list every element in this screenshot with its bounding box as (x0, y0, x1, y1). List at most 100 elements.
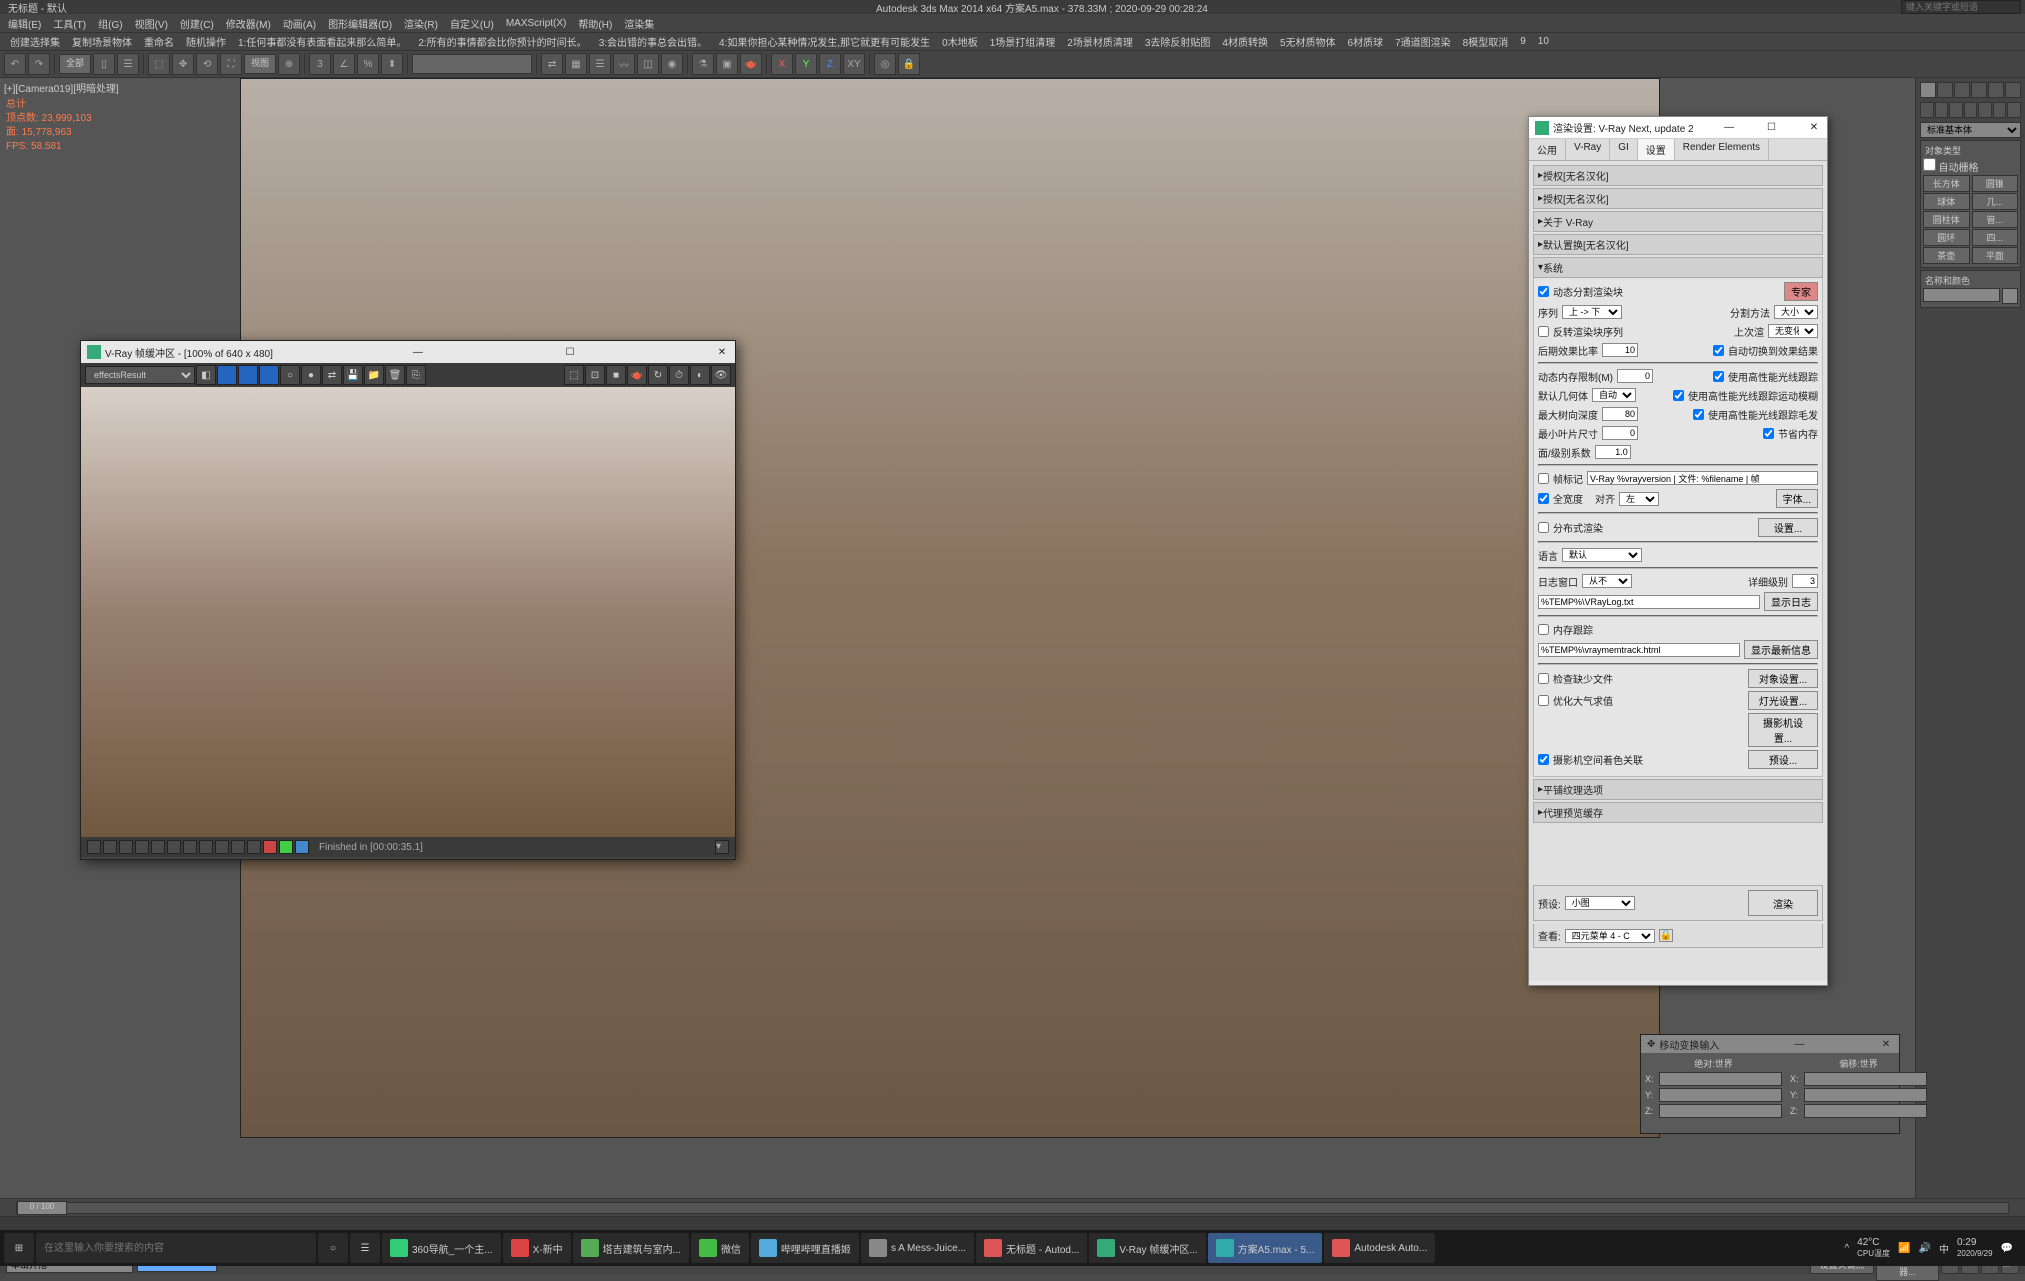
cameras-subtab-icon[interactable] (1964, 102, 1978, 118)
task-app[interactable]: s A Mess-Juice... (861, 1233, 974, 1263)
vfb-region-icon[interactable]: ⬚ (564, 365, 584, 385)
task-app[interactable]: V-Ray 帧缓冲区... (1089, 1233, 1205, 1263)
maximize-icon[interactable]: ☐ (1765, 121, 1779, 135)
vfb-st-icon[interactable] (119, 840, 133, 854)
scale-icon[interactable]: ⛶ (220, 53, 242, 75)
post-ratio-input[interactable] (1602, 343, 1638, 357)
log-path-input[interactable] (1538, 595, 1760, 609)
vfb-maximize-icon[interactable]: ☐ (563, 345, 577, 359)
time-slider-thumb[interactable]: 0 / 100 (17, 1201, 67, 1215)
vfb-switch-icon[interactable]: ⇄ (322, 365, 342, 385)
vfb-st-icon[interactable] (135, 840, 149, 854)
tray-network-icon[interactable]: 📶 (1898, 1243, 1910, 1254)
space-subtab-icon[interactable] (1993, 102, 2007, 118)
fullwidth-checkbox[interactable] (1538, 493, 1549, 504)
auto-switch-checkbox[interactable] (1713, 345, 1724, 356)
ctx-item[interactable]: 2:所有的事情都会比你预计的时间长。 (414, 34, 590, 49)
task-app[interactable]: 塔吉建筑与室内... (573, 1233, 689, 1263)
ctx-item[interactable]: 1场景打组清理 (986, 34, 1060, 49)
language-dropdown[interactable]: 默认 (1562, 548, 1642, 562)
menu-create[interactable]: 创建(C) (180, 16, 214, 31)
close-icon[interactable]: ✕ (1807, 121, 1821, 135)
task-app[interactable]: Autodesk Auto... (1324, 1233, 1435, 1263)
shapes-subtab-icon[interactable] (1935, 102, 1949, 118)
geom-subtab-icon[interactable] (1920, 102, 1934, 118)
redo-button[interactable]: ↷ (28, 53, 50, 75)
angle-snap-icon[interactable]: ∠ (333, 53, 355, 75)
create-tab-icon[interactable] (1920, 82, 1936, 98)
ctx-item[interactable]: 随机操作 (182, 34, 230, 49)
vfb-close-icon[interactable]: ✕ (715, 345, 729, 359)
geom-dropdown[interactable]: 自动 (1592, 388, 1636, 402)
tti-abs-x-input[interactable] (1659, 1072, 1782, 1086)
tti-off-x-input[interactable] (1804, 1072, 1927, 1086)
rollout-about[interactable]: ▸ 关于 V-Ray (1533, 211, 1823, 232)
minimize-icon[interactable]: — (1722, 121, 1736, 135)
material-editor-icon[interactable]: ◉ (661, 53, 683, 75)
rollout-auth1[interactable]: ▸ 授权[无名汉化] (1533, 165, 1823, 186)
vfb-st-icon[interactable] (279, 840, 293, 854)
utilities-tab-icon[interactable] (2005, 82, 2021, 98)
tray-notifications-icon[interactable]: 💬 (2001, 1243, 2013, 1254)
cam-settings-button[interactable]: 摄影机设置... (1748, 713, 1818, 747)
menu-group[interactable]: 组(G) (98, 16, 122, 31)
snap-toggle-icon[interactable]: 3 (309, 53, 331, 75)
rollout-proxy-cache[interactable]: ▸ 代理预览缓存 (1533, 802, 1823, 823)
schematic-icon[interactable]: ◫ (637, 53, 659, 75)
ctx-item[interactable]: 0木地板 (938, 34, 982, 49)
menu-modifiers[interactable]: 修改器(M) (226, 16, 271, 31)
tray-chevron-icon[interactable]: ^ (1844, 1243, 1849, 1254)
render-dialog-titlebar[interactable]: 渲染设置: V-Ray Next, update 2 — ☐ ✕ (1529, 117, 1827, 139)
align-icon[interactable]: ▦ (565, 53, 587, 75)
ctx-item[interactable]: 4材质转换 (1218, 34, 1272, 49)
max-depth-input[interactable] (1602, 407, 1638, 421)
expert-button[interactable]: 专家 (1784, 282, 1818, 301)
vfb-copy-icon[interactable]: ⎘ (406, 365, 426, 385)
obj-settings-button[interactable]: 对象设置... (1748, 669, 1818, 688)
ctx-item[interactable]: 8模型取消 (1459, 34, 1513, 49)
last-render-dropdown[interactable]: 无变化 (1768, 324, 1818, 338)
torus-button[interactable]: 圆环 (1923, 229, 1970, 246)
ctx-item[interactable]: 3去除反射贴图 (1141, 34, 1215, 49)
modify-tab-icon[interactable] (1937, 82, 1953, 98)
render-icon[interactable]: 🫖 (740, 53, 762, 75)
vfb-st-icon[interactable] (263, 840, 277, 854)
viewport-label[interactable]: [+][Camera019][明暗处理] (4, 80, 119, 95)
menu-tools[interactable]: 工具(T) (53, 16, 86, 31)
vfb-stop-icon[interactable]: ■ (606, 365, 626, 385)
select-name-icon[interactable]: ☰ (117, 53, 139, 75)
menu-render[interactable]: 渲染(R) (404, 16, 438, 31)
save-mem-checkbox[interactable] (1763, 428, 1774, 439)
vfb-expand-icon[interactable]: ▾ (715, 840, 729, 854)
ctx-item[interactable]: 3:会出错的事总会出错。 (595, 34, 711, 49)
hp-hair-checkbox[interactable] (1693, 409, 1704, 420)
memtrack-path-input[interactable] (1538, 643, 1740, 657)
mirror-icon[interactable]: ⇄ (541, 53, 563, 75)
opt-atmos-checkbox[interactable] (1538, 695, 1549, 706)
vfb-blue-icon[interactable] (259, 365, 279, 385)
vfb-st-icon[interactable] (231, 840, 245, 854)
check-missing-checkbox[interactable] (1538, 673, 1549, 684)
vfb-minimize-icon[interactable]: — (411, 345, 425, 359)
ctx-item[interactable]: 创建选择集 (6, 34, 64, 49)
ctx-item[interactable]: 1:任何事都没有表面看起来那么简单。 (234, 34, 410, 49)
vfb-st-icon[interactable] (183, 840, 197, 854)
light-settings-button[interactable]: 灯光设置... (1748, 691, 1818, 710)
cylinder-button[interactable]: 圆柱体 (1923, 211, 1970, 228)
vfb-st-icon[interactable] (295, 840, 309, 854)
tab-common[interactable]: 公用 (1529, 139, 1566, 160)
ctx-item[interactable]: 5无材质物体 (1276, 34, 1340, 49)
vfb-st-icon[interactable] (215, 840, 229, 854)
cortana-icon[interactable]: ○ (318, 1233, 348, 1263)
rollout-tile-texture[interactable]: ▸ 平铺纹理选项 (1533, 779, 1823, 800)
vfb-clear-icon[interactable]: 🗑 (385, 365, 405, 385)
vfb-st-icon[interactable] (199, 840, 213, 854)
vfb-red-icon[interactable] (217, 365, 237, 385)
x-axis-icon[interactable]: X (771, 53, 793, 75)
vfb-track-icon[interactable]: ⊡ (585, 365, 605, 385)
ref-coord-dropdown[interactable]: 视图 (244, 54, 276, 74)
system-tray[interactable]: ^ 42°CCPU温度 📶 🔊 中 0:292020/9/29 💬 (1844, 1237, 2021, 1259)
spinner-snap-icon[interactable]: ⬍ (381, 53, 403, 75)
tray-volume-icon[interactable]: 🔊 (1919, 1243, 1931, 1254)
hierarchy-tab-icon[interactable] (1954, 82, 1970, 98)
